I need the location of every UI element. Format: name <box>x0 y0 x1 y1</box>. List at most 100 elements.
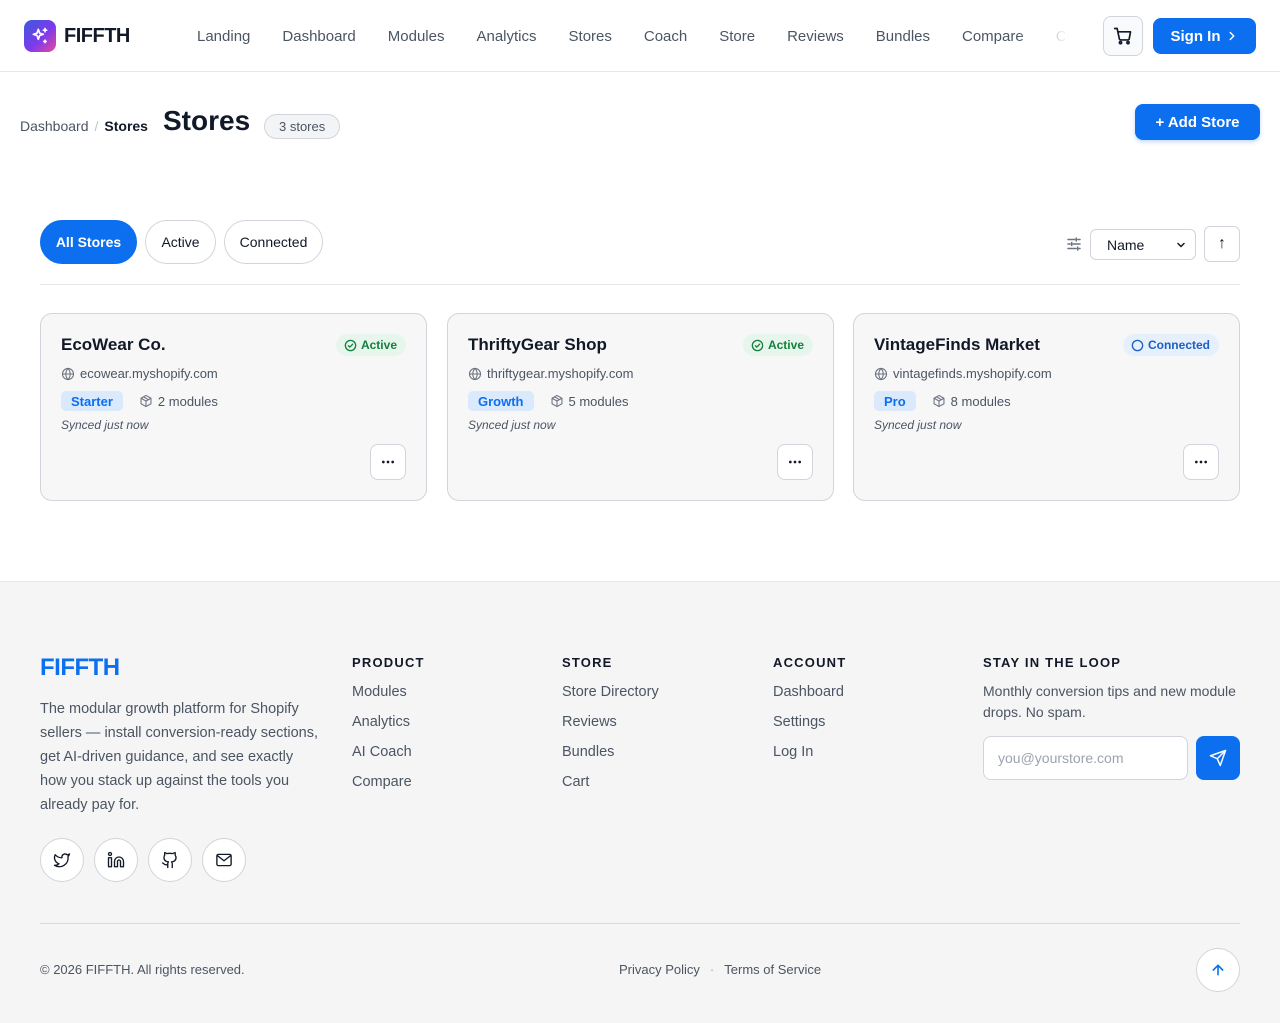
breadcrumb-separator: / <box>94 118 99 134</box>
linkedin-link[interactable] <box>94 838 138 882</box>
module-count-text: 8 modules <box>950 393 1011 409</box>
shopping-cart-icon <box>1113 26 1133 46</box>
email-link[interactable] <box>202 838 246 882</box>
legal-links: Privacy Policy · Terms of Service <box>619 962 821 977</box>
brand-logo[interactable]: FIFFTH <box>24 20 130 52</box>
page-title: Stores <box>163 105 251 136</box>
store-domain: ecowear.myshopify.com <box>61 366 218 381</box>
nav-bundles[interactable]: Bundles <box>860 28 946 45</box>
back-to-top-button[interactable] <box>1196 948 1240 992</box>
sort-select-value: Name <box>1107 236 1145 253</box>
status-label: Connected <box>1147 338 1210 352</box>
footer-link-analytics[interactable]: Analytics <box>352 714 410 730</box>
status-badge: Active <box>742 334 813 356</box>
status-badge: Active <box>335 334 406 356</box>
breadcrumb-current: Stores <box>104 118 148 134</box>
package-icon <box>139 394 158 408</box>
copyright-text: © 2026 FIFFTH. All rights reserved. <box>40 962 245 977</box>
nav-store[interactable]: Store <box>703 28 771 45</box>
newsletter-title: STAY IN THE LOOP <box>983 655 1122 670</box>
tab-all-stores[interactable]: All Stores <box>40 220 137 264</box>
more-options-button[interactable] <box>1183 444 1219 480</box>
brand-name: FIFFTH <box>64 24 130 47</box>
twitter-icon <box>53 851 71 869</box>
footer-link-reviews[interactable]: Reviews <box>562 714 617 730</box>
status-label: Active <box>360 338 397 352</box>
breadcrumb-dashboard[interactable]: Dashboard <box>20 118 89 134</box>
footer-link-store-directory[interactable]: Store Directory <box>562 684 659 700</box>
tab-active[interactable]: Active <box>145 220 216 264</box>
nav-reviews[interactable]: Reviews <box>771 28 860 45</box>
store-card[interactable]: ThriftyGear Shop Active thriftygear.mysh… <box>447 313 834 501</box>
arrow-up-icon: ↑ <box>1218 235 1226 252</box>
sort-direction-button[interactable]: ↑ <box>1204 226 1240 262</box>
main-nav: Landing Dashboard Modules Analytics Stor… <box>181 0 1069 72</box>
nav-stores[interactable]: Stores <box>553 28 628 45</box>
store-meta: Starter 2 modules <box>61 391 218 411</box>
module-count: 2 modules <box>139 394 218 409</box>
sort-select[interactable]: Name <box>1090 229 1196 260</box>
store-count-badge: 3 stores <box>264 114 341 139</box>
sparkle-icon <box>24 20 56 52</box>
site-footer: FIFFTH The modular growth platform for S… <box>0 581 1280 1023</box>
footer-link-compare[interactable]: Compare <box>352 774 412 790</box>
nav-coach[interactable]: Coach <box>628 28 703 45</box>
sync-status: Synced just now <box>61 418 149 432</box>
footer-link-bundles[interactable]: Bundles <box>562 744 614 760</box>
footer-link-modules[interactable]: Modules <box>352 684 407 700</box>
store-meta: Growth 5 modules <box>468 391 628 411</box>
footer-link-settings[interactable]: Settings <box>773 714 825 730</box>
nav-modules[interactable]: Modules <box>372 28 461 45</box>
footer-link-log-in[interactable]: Log In <box>773 744 813 760</box>
footer-brand[interactable]: FIFFTH <box>40 654 120 682</box>
package-icon <box>932 394 951 408</box>
store-domain-text: vintagefinds.myshopify.com <box>893 366 1052 381</box>
chevron-right-icon <box>1221 29 1239 43</box>
footer-link-dashboard[interactable]: Dashboard <box>773 684 844 700</box>
cart-button[interactable] <box>1103 16 1143 56</box>
nav-dashboard[interactable]: Dashboard <box>266 28 371 45</box>
status-badge: Connected <box>1122 334 1219 356</box>
chevron-down-icon <box>1175 239 1187 251</box>
sliders-icon[interactable] <box>1065 235 1083 253</box>
tab-connected[interactable]: Connected <box>224 220 323 264</box>
more-options-button[interactable] <box>370 444 406 480</box>
footer-description: The modular growth platform for Shopify … <box>40 701 319 813</box>
nav-landing[interactable]: Landing <box>181 28 266 45</box>
sign-in-label: Sign In <box>1170 27 1221 45</box>
github-link[interactable] <box>148 838 192 882</box>
check-circle-icon <box>751 339 768 352</box>
footer-account-title: ACCOUNT <box>773 655 847 670</box>
breadcrumb: Dashboard / Stores <box>20 118 148 134</box>
github-icon <box>161 851 179 869</box>
nav-analytics[interactable]: Analytics <box>460 28 552 45</box>
privacy-policy-link[interactable]: Privacy Policy <box>619 962 700 977</box>
store-domain: vintagefinds.myshopify.com <box>874 366 1052 381</box>
sync-status: Synced just now <box>874 418 962 432</box>
sync-status: Synced just now <box>468 418 556 432</box>
store-domain-text: ecowear.myshopify.com <box>80 366 218 381</box>
terms-of-service-link[interactable]: Terms of Service <box>724 962 821 977</box>
footer-divider <box>40 923 1240 924</box>
nav-compare[interactable]: Compare <box>946 28 1040 45</box>
newsletter-email-input[interactable] <box>983 736 1188 780</box>
store-card[interactable]: EcoWear Co. Active ecowear.myshopify.com… <box>40 313 427 501</box>
add-store-button[interactable]: + Add Store <box>1135 104 1260 140</box>
newsletter-text: Monthly conversion tips and new module d… <box>983 683 1236 720</box>
twitter-link[interactable] <box>40 838 84 882</box>
store-domain-text: thriftygear.myshopify.com <box>487 366 634 381</box>
footer-link-ai-coach[interactable]: AI Coach <box>352 744 412 760</box>
more-horizontal-icon <box>1193 454 1209 470</box>
store-name: ThriftyGear Shop <box>468 335 607 354</box>
top-navbar: FIFFTH Landing Dashboard Modules Analyti… <box>0 0 1280 72</box>
newsletter-submit-button[interactable] <box>1196 736 1240 780</box>
sign-in-button[interactable]: Sign In <box>1153 18 1256 54</box>
plan-badge: Starter <box>61 391 123 411</box>
legal-separator: · <box>709 962 715 977</box>
module-count: 5 modules <box>550 394 628 409</box>
store-card[interactable]: VintageFinds Market Connected vintagefin… <box>853 313 1240 501</box>
nav-cart[interactable]: Cart <box>1040 28 1069 45</box>
footer-link-cart[interactable]: Cart <box>562 774 589 790</box>
more-options-button[interactable] <box>777 444 813 480</box>
more-horizontal-icon <box>380 454 396 470</box>
